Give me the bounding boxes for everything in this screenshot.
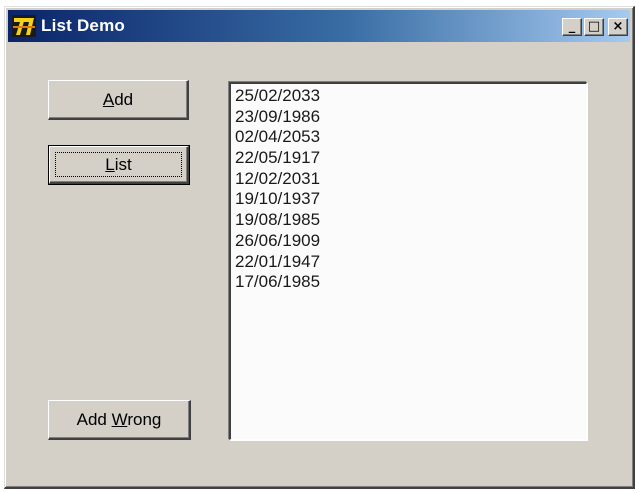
list-item[interactable]: 19/08/1985 [235, 210, 586, 231]
list-item[interactable]: 02/04/2053 [235, 127, 586, 148]
list-item[interactable]: 23/09/1986 [235, 107, 586, 128]
maximize-button[interactable]: □ [584, 18, 604, 36]
window-title: List Demo [41, 16, 125, 35]
list-item[interactable]: 22/05/1917 [235, 148, 586, 169]
add-wrong-button[interactable]: Add Wrong [48, 400, 191, 440]
title-bar[interactable]: List Demo _ □ × [8, 10, 630, 42]
list-button-label: List [105, 154, 132, 174]
add-wrong-button-label: Add Wrong [76, 409, 162, 429]
list-item[interactable]: 26/06/1909 [235, 231, 586, 252]
list-button[interactable]: List [48, 145, 190, 185]
list-item[interactable]: 22/01/1947 [235, 252, 586, 273]
list-item[interactable]: 17/06/1985 [235, 272, 586, 293]
list-item[interactable]: 25/02/2033 [235, 86, 586, 107]
close-button[interactable]: × [608, 18, 628, 36]
maximize-icon: □ [587, 19, 601, 34]
close-icon: × [612, 19, 624, 34]
dates-listbox[interactable]: 25/02/2033 23/09/1986 02/04/2053 22/05/1917… [229, 82, 587, 440]
minimize-icon: _ [568, 19, 576, 34]
main-window: List Demo _ □ × Add List Add Wrong 25/02… [4, 6, 635, 489]
add-button-label: Add [102, 89, 134, 109]
add-button[interactable]: Add [48, 80, 189, 120]
listbox-items: 25/02/2033 23/09/1986 02/04/2053 22/05/1917… [231, 84, 586, 293]
delphi-app-icon [12, 15, 36, 37]
list-item[interactable]: 12/02/2031 [235, 169, 586, 190]
list-item[interactable]: 19/10/1937 [235, 189, 586, 210]
minimize-button[interactable]: _ [562, 18, 582, 36]
